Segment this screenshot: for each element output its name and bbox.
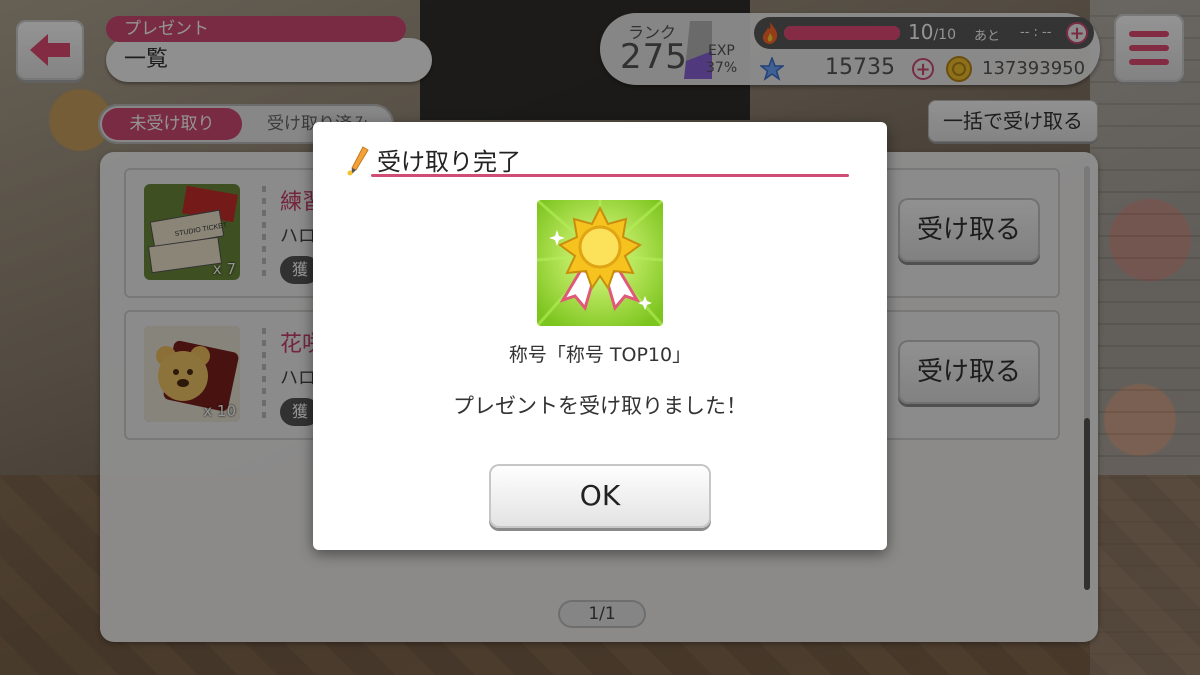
reward-name: 称号「称号 TOP10」	[508, 344, 692, 366]
reward-image	[537, 200, 663, 326]
dialog-title: 受け取り完了	[377, 148, 521, 176]
medal-icon	[537, 200, 663, 326]
dialog-title-underline	[371, 174, 849, 177]
receive-complete-dialog: 受け取り完了 称号「称号 TOP10」 プレゼントを受け取りました！ OK	[313, 122, 887, 550]
reward-message: プレゼントを受け取りました！	[453, 394, 747, 418]
ok-button[interactable]: OK	[489, 464, 711, 528]
pen-icon	[347, 146, 369, 176]
